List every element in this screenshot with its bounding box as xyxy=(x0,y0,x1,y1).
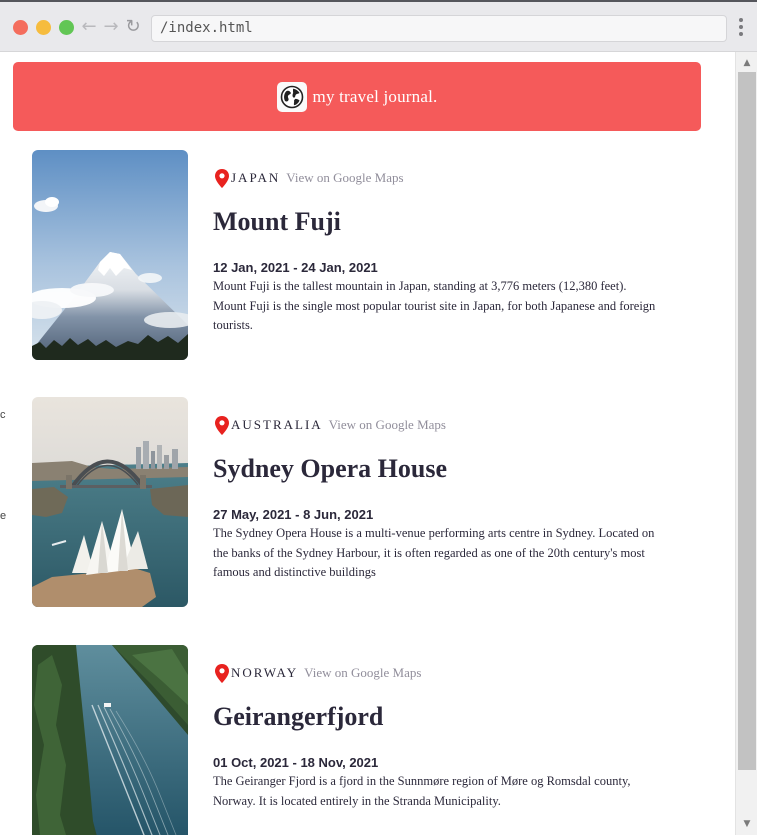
edge-artifact: c xyxy=(0,409,6,421)
minimize-window-button[interactable] xyxy=(36,20,51,35)
journal-entry: JAPAN View on Google Maps Mount Fuji 12 … xyxy=(32,150,682,360)
google-maps-link[interactable]: View on Google Maps xyxy=(304,665,421,681)
country-label: AUSTRALIA xyxy=(231,417,323,432)
vertical-scrollbar[interactable]: ▲ ▼ xyxy=(735,52,757,835)
place-description: The Geiranger Fjord is a fjord in the Su… xyxy=(213,774,631,808)
google-maps-link[interactable]: View on Google Maps xyxy=(329,417,446,433)
trip-dates: 27 May, 2021 - 8 Jun, 2021 xyxy=(213,507,374,522)
sydney-opera-house-photo xyxy=(32,397,188,607)
journal-entry: AUSTRALIA View on Google Maps Sydney Ope… xyxy=(32,397,682,607)
address-bar[interactable]: /index.html xyxy=(151,15,727,42)
site-header: my travel journal. xyxy=(13,62,701,131)
back-arrow-icon[interactable]: ← xyxy=(80,16,98,38)
site-title: my travel journal. xyxy=(312,86,438,106)
browser-toolbar: ← → ↻ /index.html xyxy=(0,0,757,52)
journal-entry: NORWAY View on Google Maps Geirangerfjor… xyxy=(32,645,682,835)
globe-icon xyxy=(276,81,307,112)
country-label: NORWAY xyxy=(231,665,299,680)
location-pin-icon xyxy=(215,415,229,435)
location-pin-icon xyxy=(215,168,229,188)
scroll-down-arrow-icon[interactable]: ▼ xyxy=(736,815,757,833)
location-pin-icon xyxy=(215,663,229,683)
trip-dates: 12 Jan, 2021 - 24 Jan, 2021 xyxy=(213,260,378,275)
scroll-up-arrow-icon[interactable]: ▲ xyxy=(736,54,757,72)
place-title: Mount Fuji xyxy=(213,207,341,236)
geirangerfjord-photo xyxy=(32,645,188,835)
place-description: Mount Fuji is the tallest mountain in Ja… xyxy=(213,279,656,332)
google-maps-link[interactable]: View on Google Maps xyxy=(286,170,403,186)
reload-icon[interactable]: ↻ xyxy=(124,16,142,38)
forward-arrow-icon[interactable]: → xyxy=(102,16,120,38)
menu-kebab-icon[interactable] xyxy=(737,18,745,40)
scrollbar-thumb[interactable] xyxy=(738,72,756,770)
close-window-button[interactable] xyxy=(13,20,28,35)
place-title: Sydney Opera House xyxy=(213,454,448,483)
page-viewport: c e my travel journal. JAPAN View on Goo… xyxy=(0,52,735,835)
trip-dates: 01 Oct, 2021 - 18 Nov, 2021 xyxy=(213,755,379,770)
country-label: JAPAN xyxy=(231,170,281,185)
maximize-window-button[interactable] xyxy=(59,20,74,35)
place-title: Geirangerfjord xyxy=(213,702,384,731)
place-description: The Sydney Opera House is a multi-venue … xyxy=(213,526,655,579)
edge-artifact: e xyxy=(0,510,7,522)
mount-fuji-photo xyxy=(32,150,188,360)
